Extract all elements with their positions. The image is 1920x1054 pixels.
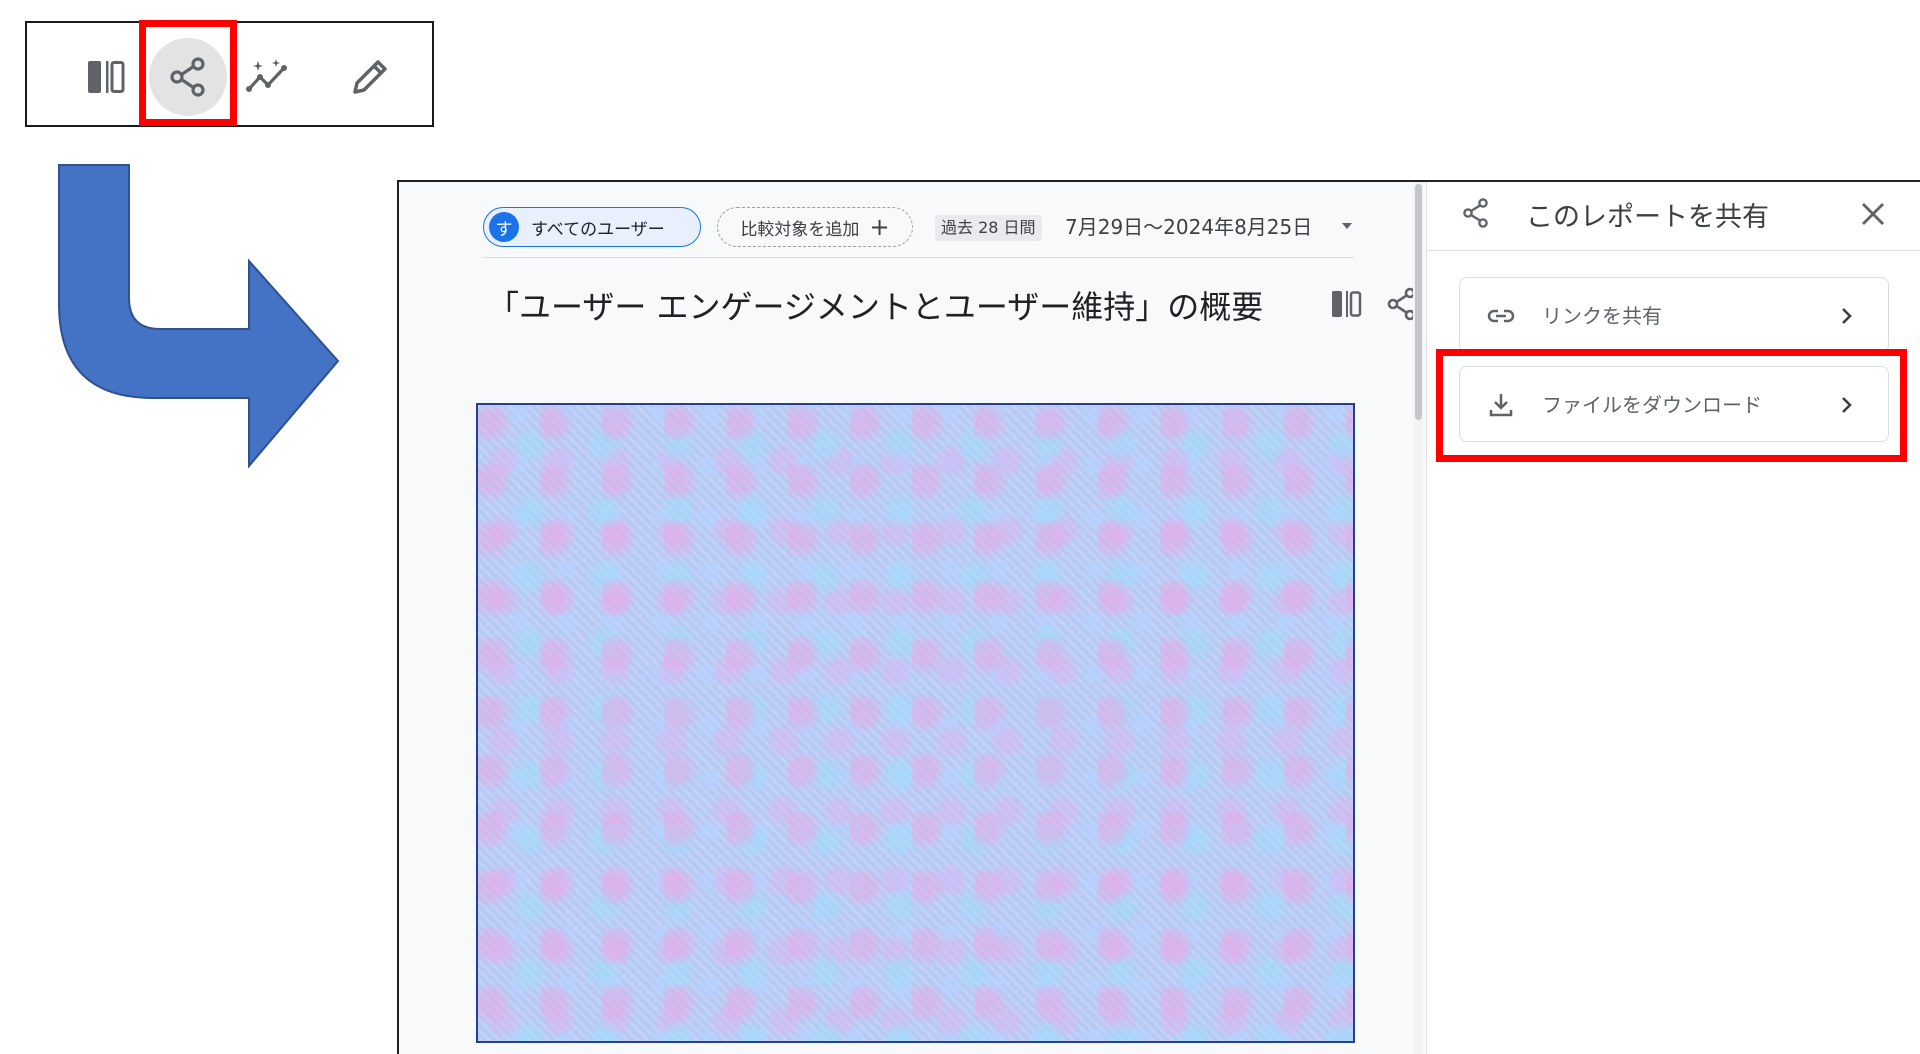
audience-avatar: す [489, 212, 519, 242]
flow-arrow [58, 164, 340, 468]
share-panel-title: このレポートを共有 [1526, 202, 1769, 233]
add-comparison-label: 比較対象を追加 [740, 219, 860, 240]
share-highlight-box [139, 20, 237, 126]
scrollbar-thumb[interactable] [1415, 184, 1422, 420]
audience-chip[interactable]: す すべてのユーザー [483, 207, 701, 247]
report-pane: す すべてのユーザー 比較対象を追加 + 過去 28 日間 7月29日～2024… [399, 182, 1423, 1054]
plus-icon: + [869, 213, 890, 241]
caret-down-icon[interactable] [1340, 219, 1354, 233]
link-icon [1487, 309, 1515, 323]
analytics-window: す すべてのユーザー 比較対象を追加 + 過去 28 日間 7月29日～2024… [397, 180, 1920, 1054]
period-label: 過去 28 日間 [935, 215, 1042, 241]
share-panel-header: このレポートを共有 [1427, 182, 1920, 251]
share-link-option[interactable]: リンクを共有 [1459, 277, 1889, 353]
chevron-right-icon [1842, 308, 1852, 324]
add-comparison-button[interactable]: 比較対象を追加 + [717, 207, 913, 247]
filter-bar: す すべてのユーザー 比較対象を追加 + 過去 28 日間 7月29日～2024… [483, 207, 1354, 258]
download-highlight-box [1436, 349, 1907, 462]
compare-icon[interactable] [84, 55, 128, 99]
report-title: 「ユーザー エンゲージメントとユーザー維持」の概要 [487, 288, 1264, 326]
compare-icon[interactable] [1328, 286, 1364, 322]
edit-icon[interactable] [348, 55, 392, 99]
close-icon[interactable] [1859, 200, 1887, 228]
date-range[interactable]: 7月29日～2024年8月25日 [1065, 211, 1312, 240]
share-panel: このレポートを共有 リンクを共有 ファイルをダウンロード [1426, 182, 1920, 1054]
obscured-report-content [476, 403, 1355, 1043]
share-link-label: リンクを共有 [1542, 304, 1662, 328]
share-icon [1463, 198, 1488, 228]
audience-chip-label: すべてのユーザー [531, 219, 665, 240]
insights-icon[interactable] [246, 55, 290, 99]
